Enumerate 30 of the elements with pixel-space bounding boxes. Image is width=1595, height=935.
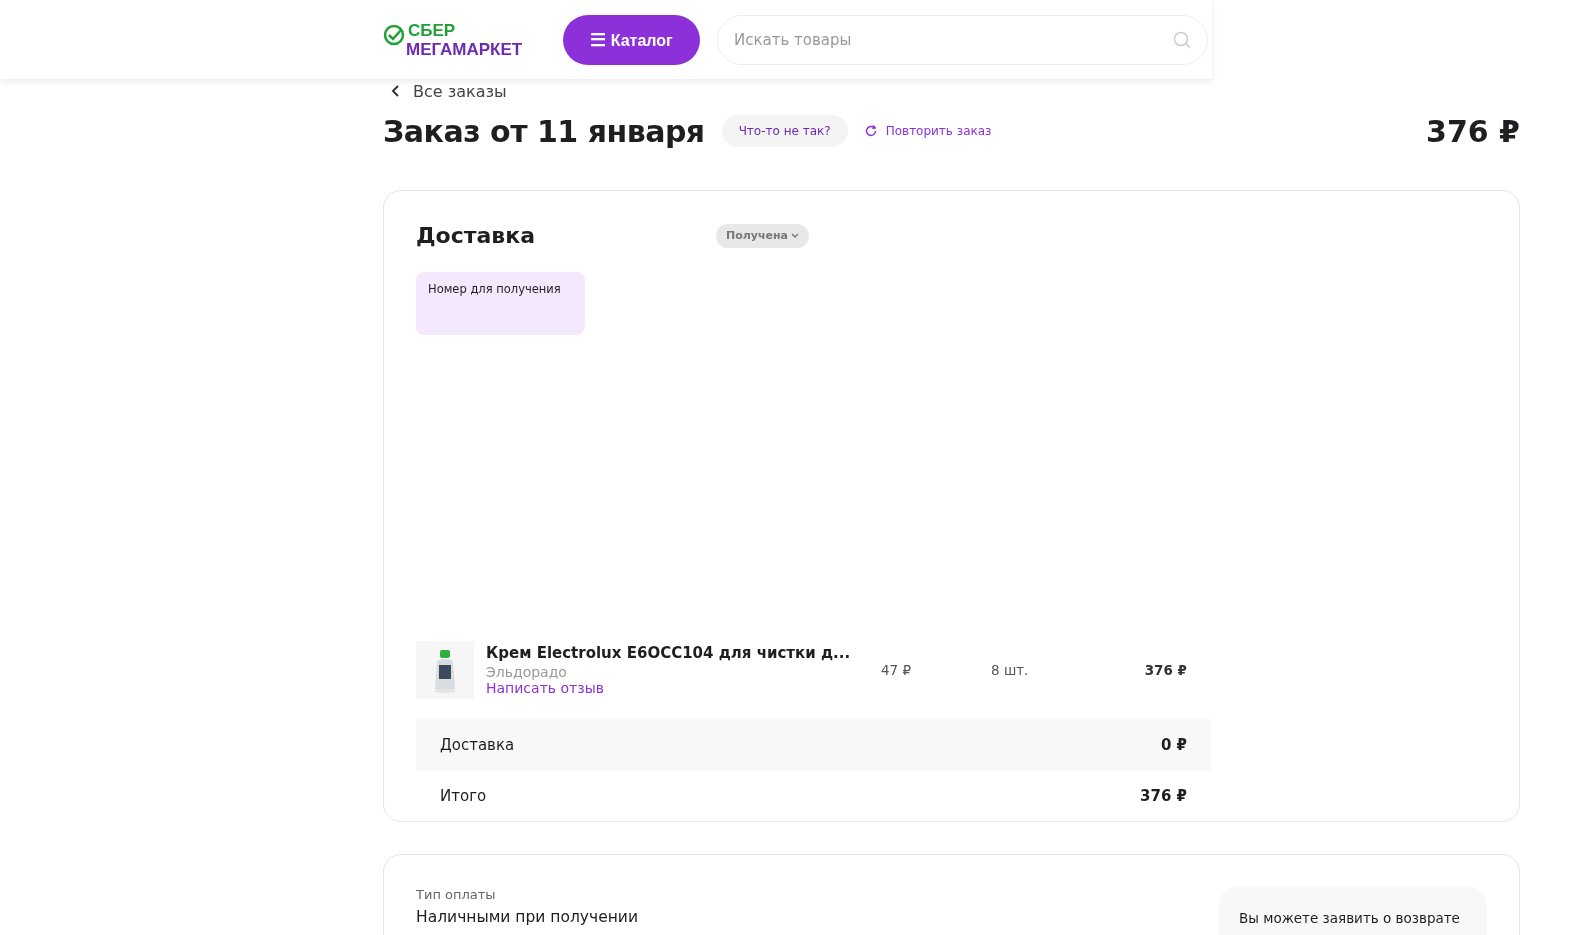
payment-label: Тип оплаты (416, 887, 497, 902)
seller-name: Эльдорадо (486, 664, 568, 680)
summary-value: 376 ₽ (1140, 786, 1187, 805)
repeat-order-button[interactable]: Повторить заказ (863, 124, 992, 138)
catalog-button[interactable]: ☰ Каталог (563, 14, 700, 65)
item-sum: 376 ₽ (1144, 662, 1187, 678)
section-title: Доставка (416, 223, 537, 248)
payment-value: Наличными при получении (416, 908, 638, 926)
quantity: 8 шт. (991, 662, 1030, 678)
back-link[interactable]: Все заказы (391, 82, 507, 100)
order-title: Заказ от 11 января (383, 113, 705, 149)
pickup-code-label: Номер для получения (428, 282, 561, 296)
search-icon (1172, 29, 1192, 50)
unit-price: 47 ₽ (881, 662, 913, 678)
search-field[interactable]: Искать товары (717, 14, 1208, 65)
logo-text: МЕГАМАРКЕТ (406, 39, 523, 59)
review-link[interactable]: Написать отзыв (486, 680, 604, 696)
product-name[interactable]: Крем Electrolux E6OCC104 для чистки д... (486, 644, 881, 662)
order-total: 376 ₽ (1426, 113, 1520, 149)
checkmark-circle-icon (382, 22, 406, 47)
problem-button[interactable]: Что-то не так? (721, 115, 848, 147)
logo-text: СБЕР (408, 20, 457, 40)
status-dropdown[interactable]: Получена (716, 223, 810, 248)
summary-label: Доставка (440, 735, 515, 754)
refresh-icon (863, 124, 878, 138)
chevron-left-icon (391, 84, 401, 98)
chevron-down-icon (791, 233, 800, 239)
return-note: Вы можете заявить о возврате (1239, 910, 1460, 926)
summary-label: Итого (440, 786, 487, 805)
summary-value: 0 ₽ (1160, 735, 1187, 754)
